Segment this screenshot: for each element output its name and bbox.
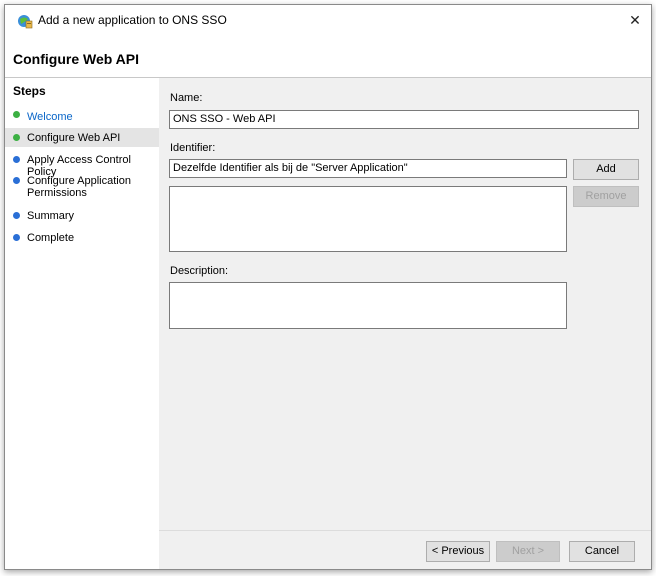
step-label: Configure Web API	[27, 132, 121, 144]
previous-button[interactable]: < Previous	[426, 541, 490, 562]
step-status-dot-icon	[13, 134, 20, 141]
cancel-button[interactable]: Cancel	[569, 541, 635, 562]
step-complete: Complete	[5, 232, 159, 248]
step-status-dot-icon	[13, 111, 20, 118]
steps-pane: Steps Welcome Configure Web API Apply Ac…	[5, 78, 159, 569]
identifier-input[interactable]: Dezelfde Identifier als bij de "Server A…	[169, 159, 567, 178]
close-button[interactable]: ✕	[625, 10, 645, 30]
step-configure-web-api: Configure Web API	[5, 128, 159, 147]
step-status-dot-icon	[13, 156, 20, 163]
window-title: Add a new application to ONS SSO	[38, 13, 227, 27]
identifier-label: Identifier:	[170, 142, 216, 154]
step-status-dot-icon	[13, 212, 20, 219]
description-label: Description:	[170, 265, 229, 277]
step-status-dot-icon	[13, 234, 20, 241]
next-button[interactable]: Next >	[496, 541, 560, 562]
step-status-dot-icon	[13, 177, 20, 184]
step-summary: Summary	[5, 210, 159, 226]
adfs-application-icon	[18, 15, 33, 29]
name-input[interactable]: ONS SSO - Web API	[169, 110, 639, 129]
step-label: Summary	[27, 210, 75, 222]
step-welcome[interactable]: Welcome	[5, 109, 159, 125]
remove-button[interactable]: Remove	[573, 186, 639, 207]
main-panel: Name: ONS SSO - Web API Identifier: Deze…	[159, 78, 651, 569]
page-title: Configure Web API	[13, 51, 139, 67]
add-button[interactable]: Add	[573, 159, 639, 180]
wizard-window: Add a new application to ONS SSO ✕ Confi…	[4, 4, 652, 570]
step-configure-application-permissions: Configure Application Permissions	[5, 175, 159, 201]
description-input[interactable]	[169, 282, 567, 329]
step-apply-access-control-policy: Apply Access Control Policy	[5, 154, 159, 178]
close-icon: ✕	[629, 12, 641, 28]
steps-heading: Steps	[13, 84, 46, 98]
footer-divider	[159, 530, 651, 531]
step-label: Configure Application Permissions	[27, 175, 131, 199]
title-bar: Add a new application to ONS SSO ✕	[5, 5, 651, 35]
identifier-list[interactable]	[169, 186, 567, 252]
wizard-header: Configure Web API	[5, 35, 651, 78]
name-label: Name:	[170, 92, 203, 104]
step-label: Complete	[27, 232, 75, 244]
step-label: Welcome	[27, 111, 73, 123]
